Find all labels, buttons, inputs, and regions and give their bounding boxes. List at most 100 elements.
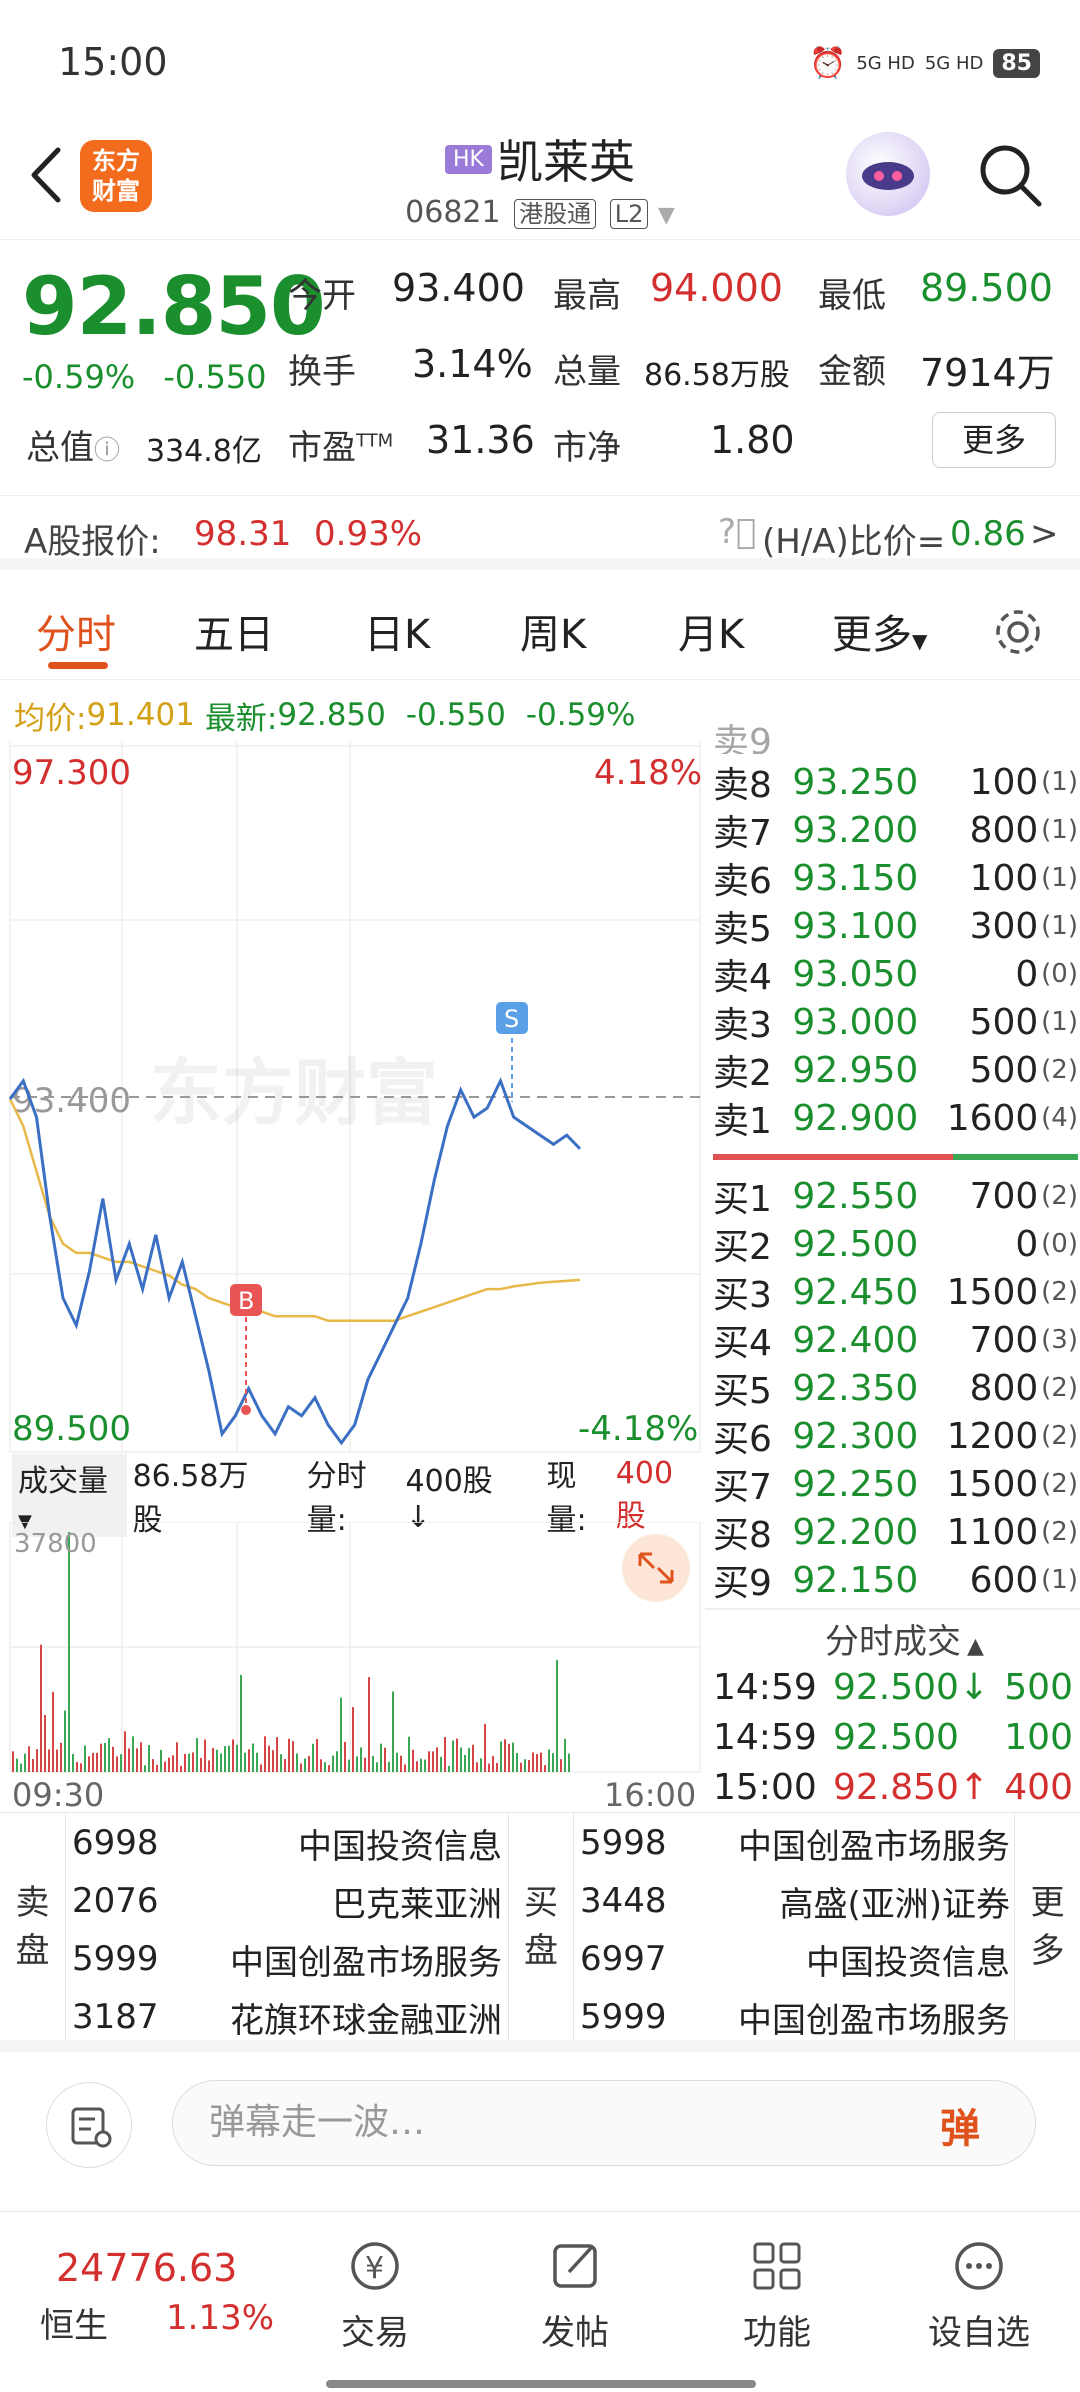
bid-row-5[interactable]: 买5 92.350 800 (2) bbox=[713, 1364, 1078, 1413]
hsi-value[interactable]: 24776.63 bbox=[56, 2246, 237, 2290]
assistant-robot-icon[interactable] bbox=[846, 132, 930, 216]
tab-intraday[interactable]: 分时 bbox=[36, 602, 116, 660]
chevron-right-icon[interactable]: > bbox=[1030, 514, 1059, 554]
chart-top-price: 97.300 bbox=[12, 753, 131, 793]
bid-row-1[interactable]: 买1 92.550 700 (2) bbox=[713, 1172, 1078, 1221]
pb-value: 1.80 bbox=[710, 418, 795, 462]
bid-row-4[interactable]: 买4 92.400 700 (3) bbox=[713, 1316, 1078, 1365]
search-icon[interactable] bbox=[975, 140, 1045, 210]
ask-row-4[interactable]: 卖4 93.050 0 (0) bbox=[713, 950, 1078, 999]
ask-row-5[interactable]: 卖5 93.100 300 (1) bbox=[713, 902, 1078, 951]
volume-bar bbox=[444, 1737, 446, 1772]
brokers-more-button[interactable]: 更多 bbox=[1014, 1813, 1080, 2041]
volume-bar bbox=[396, 1752, 398, 1772]
connect-badge: 港股通 bbox=[514, 199, 597, 229]
danmaku-toggle-icon[interactable]: 弹 bbox=[940, 2096, 980, 2154]
signal-5g-2: 5G HD bbox=[924, 53, 984, 74]
volume-bar bbox=[264, 1736, 266, 1772]
nav-add-watchlist[interactable]: 设自选 bbox=[904, 2236, 1054, 2354]
bid-row-6[interactable]: 买6 92.300 1200 (2) bbox=[713, 1412, 1078, 1461]
ask-row-3[interactable]: 卖3 93.000 500 (1) bbox=[713, 998, 1078, 1047]
volume-bar bbox=[200, 1757, 202, 1772]
volume-bar bbox=[296, 1753, 298, 1772]
volume-bar bbox=[568, 1753, 570, 1772]
volume-bar bbox=[20, 1763, 22, 1772]
nav-post[interactable]: 发帖 bbox=[500, 2236, 650, 2354]
ask-row-7[interactable]: 卖7 93.200 800 (1) bbox=[713, 806, 1078, 855]
volume-bar bbox=[204, 1739, 206, 1772]
ask-row-2[interactable]: 卖2 92.950 500 (2) bbox=[713, 1046, 1078, 1095]
volume-bar bbox=[156, 1764, 158, 1772]
volume-bar bbox=[556, 1660, 558, 1772]
volume-bar bbox=[504, 1739, 506, 1772]
tick-row: 14:59 92.500 100 bbox=[713, 1716, 1073, 1758]
ticks-title[interactable]: 分时成交 ▲ bbox=[825, 1614, 984, 1663]
high-label: 最高 bbox=[553, 276, 621, 316]
a-share-price: 98.31 bbox=[194, 514, 292, 554]
volume-bar bbox=[104, 1743, 106, 1772]
volume-bar bbox=[284, 1759, 286, 1772]
sell-broker-row: 5999 中国创盈市场服务 bbox=[72, 1939, 502, 1983]
ask-row-6[interactable]: 卖6 93.150 100 (1) bbox=[713, 854, 1078, 903]
volume-bar bbox=[308, 1756, 310, 1772]
expand-button[interactable] bbox=[622, 1534, 690, 1602]
volume-bar bbox=[180, 1765, 182, 1772]
bid-row-7[interactable]: 买7 92.250 1500 (2) bbox=[713, 1460, 1078, 1509]
tab-monthly-k[interactable]: 月K bbox=[678, 602, 744, 660]
intraday-chart[interactable]: 东方财富 93.400 B S 97.300 4.18% 89.500 -4.1… bbox=[0, 742, 705, 1462]
tab-five-day[interactable]: 五日 bbox=[194, 602, 274, 660]
stock-title-box[interactable]: HK 凯莱英 06821 港股通 L2 ▼ bbox=[340, 126, 740, 230]
volume-chart[interactable]: 37800 09:30 16:00 bbox=[0, 1522, 705, 1812]
danmaku-input[interactable]: 弹幕走一波… bbox=[172, 2080, 1036, 2166]
bid-row-8[interactable]: 买8 92.200 1100 (2) bbox=[713, 1508, 1078, 1557]
ask9-partial: 卖9 bbox=[713, 724, 772, 754]
bid-row-3[interactable]: 买3 92.450 1500 (2) bbox=[713, 1268, 1078, 1317]
volume-bar bbox=[472, 1744, 474, 1772]
volume-bar bbox=[92, 1752, 94, 1772]
last-value: 92.850 bbox=[277, 697, 386, 733]
ask-row-8[interactable]: 卖8 93.250 100 (1) bbox=[713, 758, 1078, 807]
volume-bar bbox=[164, 1761, 166, 1772]
grid-icon bbox=[753, 2242, 801, 2290]
dropdown-icon[interactable]: ▼ bbox=[658, 203, 675, 228]
volume-bar bbox=[152, 1759, 154, 1772]
tab-weekly-k[interactable]: 周K bbox=[520, 602, 586, 660]
volume-bar bbox=[24, 1753, 26, 1772]
volume-value: 86.58万股 bbox=[644, 358, 790, 393]
app-logo: 东方 财富 bbox=[80, 140, 152, 212]
volume-bar bbox=[404, 1764, 406, 1772]
volume-bar bbox=[416, 1761, 418, 1772]
bid-row-9[interactable]: 买9 92.150 600 (1) bbox=[713, 1556, 1078, 1605]
nav-functions[interactable]: 功能 bbox=[702, 2236, 852, 2354]
volume-bar bbox=[36, 1749, 38, 1772]
volume-bar bbox=[516, 1753, 518, 1772]
last-label: 最新: bbox=[204, 700, 278, 737]
volume-bar bbox=[292, 1741, 294, 1772]
bid-row-2[interactable]: 买2 92.500 0 (0) bbox=[713, 1220, 1078, 1269]
volume-bar bbox=[276, 1737, 278, 1772]
tab-more[interactable]: 更多▼ bbox=[832, 602, 927, 660]
volume-bar bbox=[288, 1738, 290, 1772]
pe-value: 31.36 bbox=[426, 418, 535, 462]
ask-row-1[interactable]: 卖1 92.900 1600 (4) bbox=[713, 1094, 1078, 1143]
back-arrow-icon[interactable] bbox=[22, 140, 72, 210]
buy-broker-row: 3448 高盛(亚洲)证券 bbox=[580, 1881, 1010, 1925]
nav-trade[interactable]: ¥ 交易 bbox=[300, 2236, 450, 2354]
settings-gear-icon[interactable] bbox=[990, 604, 1046, 660]
tab-daily-k[interactable]: 日K bbox=[364, 602, 430, 660]
volume-bar bbox=[248, 1749, 250, 1772]
stock-code-line: 06821 港股通 L2 ▼ bbox=[340, 194, 740, 230]
a-share-line[interactable]: A股报价: 98.31 0.93% ?⃝ (H/A)比价= 0.86 > bbox=[0, 495, 1080, 570]
volume-bar bbox=[140, 1742, 142, 1772]
order-book: 卖9 卖8 93.250 100 (1) 卖7 93.200 800 (1) 卖6 93.15… bbox=[705, 724, 1080, 1812]
info-circle-icon[interactable]: ⓘ bbox=[94, 436, 120, 466]
volume-bar bbox=[220, 1753, 222, 1772]
volume-bar bbox=[116, 1756, 118, 1772]
quote-more-button[interactable]: 更多 bbox=[932, 412, 1056, 468]
volume-bar bbox=[124, 1731, 126, 1772]
volume-bar bbox=[100, 1743, 102, 1772]
turnover-value: 3.14% bbox=[412, 342, 533, 386]
help-circle-icon[interactable]: ?⃝ bbox=[718, 512, 756, 552]
comment-settings-icon[interactable] bbox=[46, 2082, 132, 2168]
tick-row: 14:59 92.500↓ 500 bbox=[713, 1666, 1073, 1708]
